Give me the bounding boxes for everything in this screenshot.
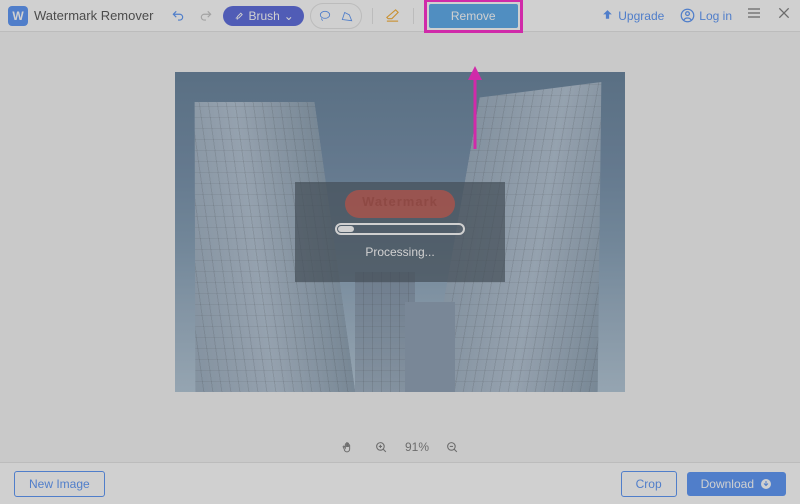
canvas-area: Watermark Processing... bbox=[0, 32, 800, 432]
zoom-controls: 91% bbox=[0, 432, 800, 462]
progress-bar bbox=[335, 223, 465, 235]
watermark-text: Watermark bbox=[362, 194, 438, 209]
brush-tool-button[interactable]: Brush ⌄ bbox=[223, 6, 303, 26]
download-label: Download bbox=[701, 477, 754, 491]
download-icon bbox=[760, 478, 772, 490]
zoom-out-icon[interactable] bbox=[441, 436, 463, 458]
new-image-button[interactable]: New Image bbox=[14, 471, 105, 497]
hamburger-icon[interactable] bbox=[746, 5, 762, 26]
processing-status: Processing... bbox=[365, 245, 434, 259]
image-preview[interactable]: Watermark Processing... bbox=[175, 72, 625, 392]
lasso-icon[interactable] bbox=[315, 6, 335, 26]
divider bbox=[372, 8, 373, 24]
remove-button[interactable]: Remove bbox=[429, 4, 518, 28]
crop-button[interactable]: Crop bbox=[621, 471, 677, 497]
hand-icon[interactable] bbox=[337, 436, 359, 458]
undo-icon[interactable] bbox=[167, 5, 189, 27]
polygon-icon[interactable] bbox=[337, 6, 357, 26]
login-label: Log in bbox=[699, 9, 732, 23]
close-icon[interactable] bbox=[776, 5, 792, 26]
eraser-icon[interactable] bbox=[383, 6, 403, 26]
divider bbox=[413, 8, 414, 24]
zoom-in-icon[interactable] bbox=[371, 436, 393, 458]
login-button[interactable]: Log in bbox=[680, 8, 732, 23]
selection-tools bbox=[310, 3, 362, 29]
upgrade-button[interactable]: Upgrade bbox=[601, 9, 664, 23]
annotation-arrow-icon bbox=[465, 64, 485, 154]
processing-overlay: Watermark Processing... bbox=[295, 182, 505, 282]
app-title: Watermark Remover bbox=[34, 8, 153, 23]
download-button[interactable]: Download bbox=[687, 472, 786, 496]
chevron-down-icon: ⌄ bbox=[284, 9, 294, 23]
progress-fill bbox=[338, 226, 354, 232]
top-toolbar: W Watermark Remover Brush ⌄ Remove Upgra… bbox=[0, 0, 800, 32]
remove-button-highlight: Remove bbox=[424, 0, 523, 33]
building-graphic bbox=[405, 302, 455, 392]
brush-label: Brush bbox=[248, 9, 279, 23]
app-logo-icon: W bbox=[8, 6, 28, 26]
upgrade-label: Upgrade bbox=[618, 9, 664, 23]
zoom-percent: 91% bbox=[405, 440, 429, 454]
bottom-bar: New Image Crop Download bbox=[0, 462, 800, 504]
redo-icon[interactable] bbox=[195, 5, 217, 27]
